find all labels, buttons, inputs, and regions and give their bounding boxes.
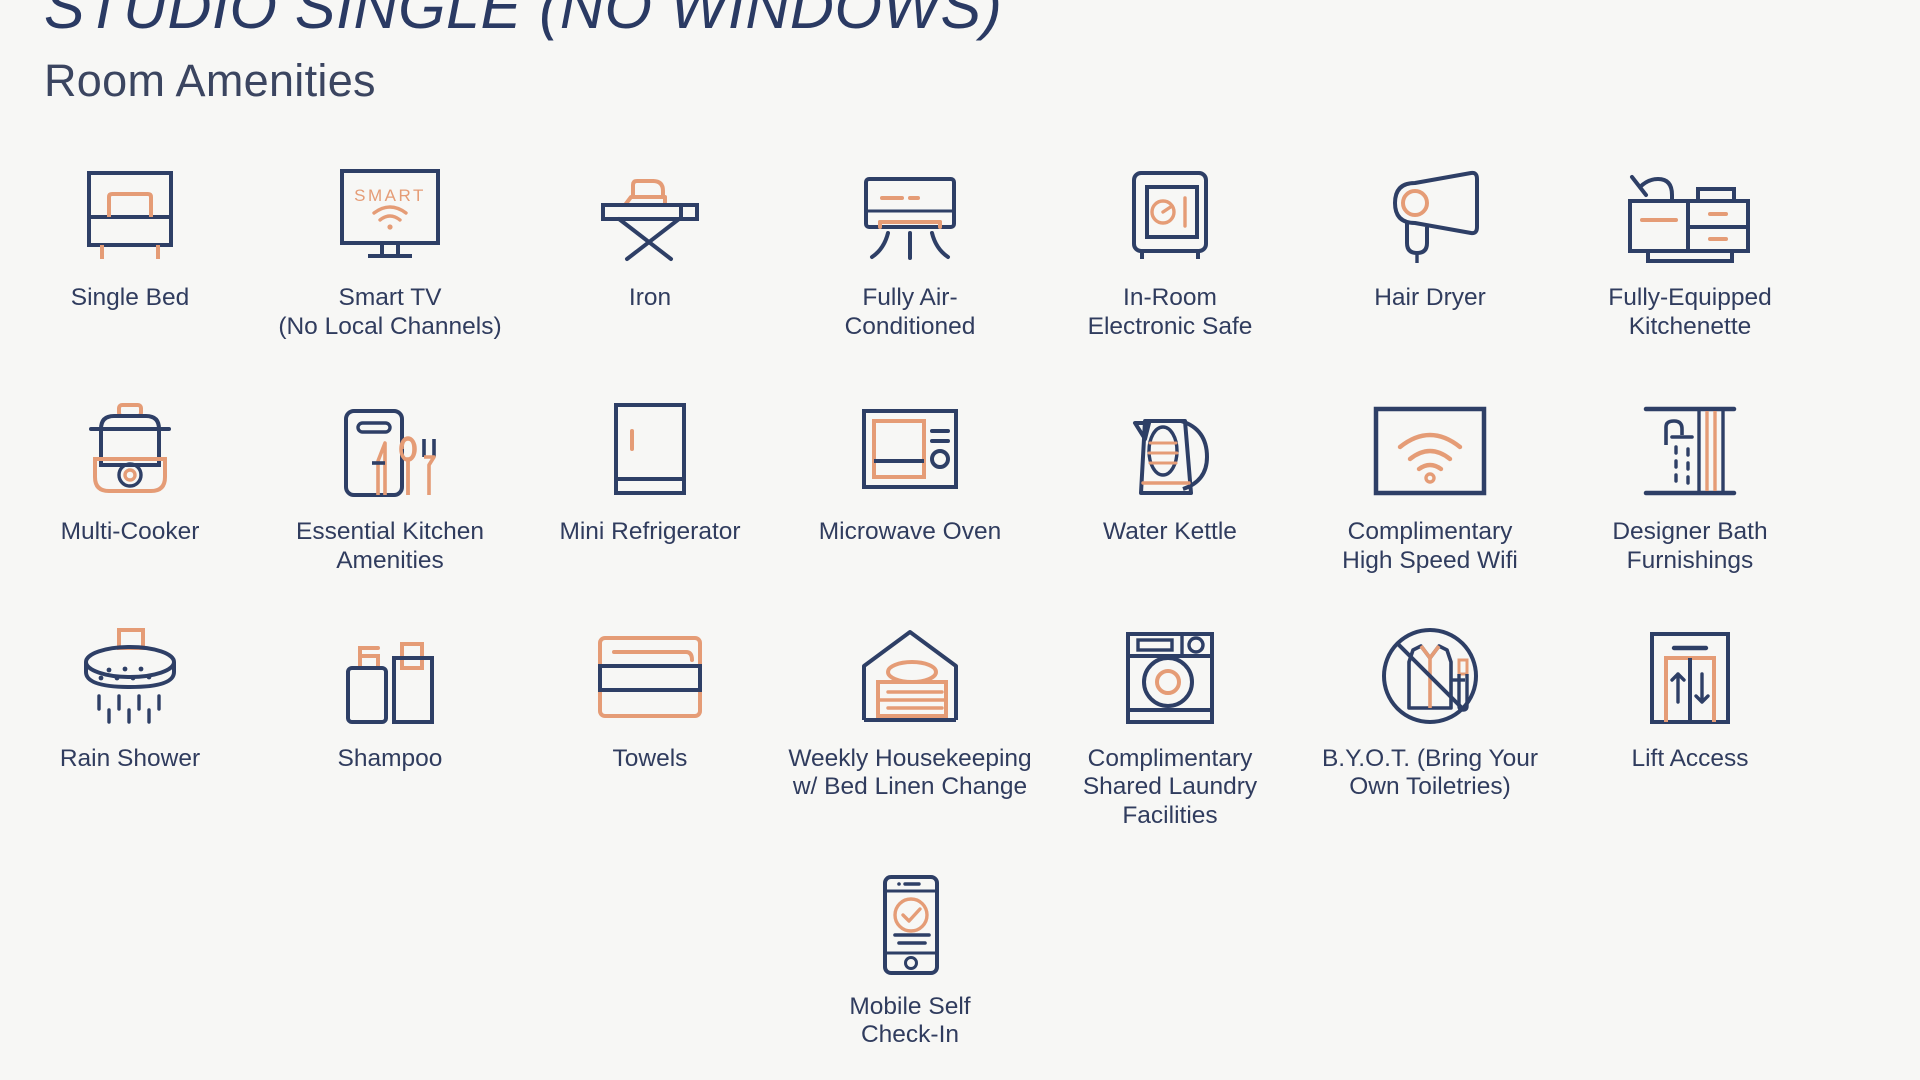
- lift-access-icon: [1642, 606, 1738, 726]
- amenity-microwave-oven: Microwave Oven: [780, 379, 1040, 575]
- smart-tv-icon: SMART: [334, 145, 446, 265]
- amenity-label: Smart TV (No Local Channels): [278, 284, 502, 340]
- amenity-wifi: Complimentary High Speed Wifi: [1300, 379, 1560, 575]
- amenity-label: B.Y.O.T. (Bring Your Own Toiletries): [1321, 744, 1539, 801]
- amenity-water-kettle: Water Kettle: [1040, 379, 1300, 575]
- amenities-row: Single Bed SMART Smart TV (No Local Chan…: [0, 145, 1920, 351]
- amenity-label: Essential Kitchen Amenities: [296, 518, 484, 574]
- shower-curtain-icon: [1640, 379, 1740, 499]
- hair-dryer-icon: [1371, 145, 1489, 265]
- amenity-kitchenette: Fully-Equipped Kitchenette: [1560, 145, 1820, 341]
- amenity-label: Multi-Cooker: [60, 518, 200, 546]
- amenity-housekeeping: Weekly Housekeeping w/ Bed Linen Change: [780, 606, 1040, 831]
- amenity-smart-tv: SMART Smart TV (No Local Channels): [260, 145, 520, 341]
- amenity-rain-shower: Rain Shower: [0, 606, 260, 831]
- amenity-iron: Iron: [520, 145, 780, 341]
- amenity-label: Towels: [612, 744, 688, 772]
- amenities-row: Rain Shower Shampoo Towels Weekly Housek…: [0, 606, 1920, 831]
- kitchenette-icon: [1616, 145, 1764, 265]
- no-toiletries-icon: [1375, 606, 1485, 726]
- washing-machine-icon: [1118, 606, 1222, 726]
- mobile-checkin-icon: [867, 857, 953, 977]
- amenity-lift-access: Lift Access: [1560, 606, 1820, 831]
- amenity-hair-dryer: Hair Dryer: [1300, 145, 1560, 341]
- amenities-grid: Single Bed SMART Smart TV (No Local Chan…: [0, 145, 1920, 1050]
- housekeeping-linen-icon: [854, 606, 966, 726]
- amenity-label: Microwave Oven: [818, 518, 1002, 546]
- amenity-shared-laundry: Complimentary Shared Laundry Facilities: [1040, 606, 1300, 831]
- amenity-byot: B.Y.O.T. (Bring Your Own Toiletries): [1300, 606, 1560, 831]
- amenity-label: Hair Dryer: [1374, 284, 1486, 311]
- amenity-label: Designer Bath Furnishings: [1612, 518, 1768, 574]
- single-bed-icon: [75, 145, 185, 265]
- amenity-kitchen-amenities: Essential Kitchen Amenities: [260, 379, 520, 575]
- iron-icon: [591, 145, 709, 265]
- amenity-label: Mobile Self Check-In: [849, 992, 971, 1049]
- amenities-row: Mobile Self Check-In: [0, 857, 1920, 1050]
- amenity-label: Fully-Equipped Kitchenette: [1608, 284, 1772, 340]
- safe-icon: [1120, 145, 1220, 265]
- amenity-label: Lift Access: [1631, 744, 1749, 772]
- microwave-oven-icon: [856, 379, 964, 499]
- amenity-electronic-safe: In-Room Electronic Safe: [1040, 145, 1300, 341]
- amenity-label: Fully Air- Conditioned: [844, 284, 976, 340]
- amenity-air-conditioned: Fully Air- Conditioned: [780, 145, 1040, 341]
- wifi-icon: [1366, 379, 1494, 499]
- amenity-label: Iron: [628, 284, 672, 311]
- svg-text:SMART: SMART: [354, 186, 426, 205]
- amenity-label: Weekly Housekeeping w/ Bed Linen Change: [788, 744, 1032, 801]
- amenity-label: Water Kettle: [1103, 518, 1237, 546]
- page-title: STUDIO SINGLE (NO WINDOWS): [44, 0, 1003, 41]
- amenities-row: Multi-Cooker Essential Kitchen Amenities…: [0, 379, 1920, 575]
- amenity-shampoo: Shampoo: [260, 606, 520, 831]
- shampoo-bottles-icon: [334, 606, 446, 726]
- amenity-label: Single Bed: [70, 284, 190, 311]
- amenity-bath-furnishings: Designer Bath Furnishings: [1560, 379, 1820, 575]
- amenity-label: Complimentary High Speed Wifi: [1342, 518, 1518, 574]
- amenity-label: Mini Refrigerator: [559, 518, 741, 546]
- amenity-multi-cooker: Multi-Cooker: [0, 379, 260, 575]
- amenity-label: Complimentary Shared Laundry Facilities: [1082, 744, 1258, 829]
- multi-cooker-icon: [77, 379, 183, 499]
- amenities-page: STUDIO SINGLE (NO WINDOWS) Room Amenitie…: [0, 0, 1920, 1080]
- amenity-label: Rain Shower: [59, 744, 201, 772]
- amenity-mobile-checkin: Mobile Self Check-In: [780, 857, 1040, 1050]
- amenity-single-bed: Single Bed: [0, 145, 260, 341]
- amenity-mini-refrigerator: Mini Refrigerator: [520, 379, 780, 575]
- section-subtitle: Room Amenities: [44, 55, 376, 106]
- amenity-label: In-Room Electronic Safe: [1087, 284, 1253, 340]
- cutlery-board-icon: [332, 379, 448, 499]
- air-conditioner-icon: [854, 145, 966, 265]
- water-kettle-icon: [1119, 379, 1221, 499]
- amenity-label: Shampoo: [337, 744, 443, 772]
- rain-shower-icon: [71, 606, 189, 726]
- folded-towels-icon: [592, 606, 708, 726]
- mini-refrigerator-icon: [600, 379, 700, 499]
- amenity-towels: Towels: [520, 606, 780, 831]
